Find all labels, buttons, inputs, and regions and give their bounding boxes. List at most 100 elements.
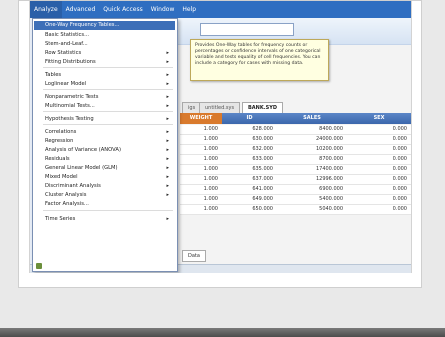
table-cell[interactable]: 0.000 bbox=[347, 185, 407, 194]
table-row[interactable]: 1.000 649.000 5400.000 0.000 bbox=[180, 195, 411, 205]
table-cell[interactable]: 0.000 bbox=[347, 175, 407, 184]
menu-item[interactable]: Hypothesis Testing ▸ bbox=[45, 115, 173, 124]
table-cell[interactable]: 12996.000 bbox=[277, 175, 343, 184]
table-cell[interactable]: 1.000 bbox=[180, 165, 218, 174]
table-cell[interactable]: 8400.000 bbox=[277, 125, 343, 134]
menubar: Analyze Advanced Quick Access Window Help bbox=[30, 1, 411, 18]
table-row[interactable]: 1.000 628.000 8400.000 0.000 bbox=[180, 125, 411, 135]
table-cell[interactable]: 5400.000 bbox=[277, 195, 343, 204]
menu-item[interactable]: Mixed Model ▸ bbox=[45, 173, 173, 182]
table-cell[interactable]: 0.000 bbox=[347, 135, 407, 144]
menu-item-label: Tables bbox=[45, 72, 62, 78]
menu-item[interactable]: Row Statistics ▸ bbox=[45, 49, 173, 58]
table-cell[interactable]: 17400.000 bbox=[277, 165, 343, 174]
table-row[interactable]: 1.000 637.000 12996.000 0.000 bbox=[180, 175, 411, 185]
table-cell[interactable]: 649.000 bbox=[222, 195, 273, 204]
table-cell[interactable]: 1.000 bbox=[180, 135, 218, 144]
table-cell[interactable]: 1.000 bbox=[180, 185, 218, 194]
menu-help[interactable]: Help bbox=[178, 1, 200, 18]
table-cell[interactable]: 0.000 bbox=[347, 165, 407, 174]
table-cell[interactable]: 628.000 bbox=[222, 125, 273, 134]
table-row[interactable]: 1.000 641.000 6900.000 0.000 bbox=[180, 185, 411, 195]
table-row[interactable]: 1.000 650.000 5040.000 0.000 bbox=[180, 205, 411, 215]
menu-item[interactable]: Regression ▸ bbox=[45, 137, 173, 146]
analyze-menu-dropdown: One-Way Frequency Tables... Basic Statist… bbox=[32, 18, 178, 272]
table-cell[interactable]: 633.000 bbox=[222, 155, 273, 164]
table-cell[interactable]: 1.000 bbox=[180, 195, 218, 204]
menu-item[interactable]: General Linear Model (GLM) ▸ bbox=[45, 164, 173, 173]
menu-item-label: Factor Analysis... bbox=[45, 201, 89, 207]
menu-item[interactable]: Fitting Distributions ▸ bbox=[45, 58, 173, 67]
menu-item-label: Regression bbox=[45, 138, 74, 144]
sheet-tab-data[interactable]: Data bbox=[182, 250, 206, 262]
menu-item[interactable]: Stem-and-Leaf... bbox=[45, 40, 173, 49]
table-cell[interactable]: 1.000 bbox=[180, 155, 218, 164]
table-cell[interactable]: 0.000 bbox=[347, 155, 407, 164]
menu-item[interactable]: Multinomial Tests... ▸ bbox=[45, 102, 173, 111]
menu-item[interactable]: Correlations ▸ bbox=[45, 128, 173, 137]
menu-item[interactable]: Analysis of Variance (ANOVA) ▸ bbox=[45, 146, 173, 155]
menu-item[interactable]: Loglinear Model ▸ bbox=[45, 80, 173, 89]
table-row[interactable]: 1.000 632.000 10200.000 0.000 bbox=[180, 145, 411, 155]
submenu-arrow-icon: ▸ bbox=[166, 116, 169, 122]
table-row[interactable]: 1.000 630.000 24000.000 0.000 bbox=[180, 135, 411, 145]
col-header-sales[interactable]: SALES bbox=[277, 113, 347, 124]
table-cell[interactable]: 5040.000 bbox=[277, 205, 343, 214]
menu-item-label: Time Series bbox=[45, 216, 76, 222]
table-cell[interactable]: 632.000 bbox=[222, 145, 273, 154]
menu-item-label: Analysis of Variance (ANOVA) bbox=[45, 147, 121, 153]
table-cell[interactable]: 1.000 bbox=[180, 205, 218, 214]
menu-item-label: Basic Statistics... bbox=[45, 32, 90, 38]
menu-item-label: General Linear Model (GLM) bbox=[45, 165, 118, 171]
table-cell[interactable]: 0.000 bbox=[347, 205, 407, 214]
col-header-sex[interactable]: SEX bbox=[347, 113, 411, 124]
table-cell[interactable]: 6900.000 bbox=[277, 185, 343, 194]
table-cell[interactable]: 8700.000 bbox=[277, 155, 343, 164]
menu-item[interactable]: Tables ▸ bbox=[45, 71, 173, 80]
table-cell[interactable]: 24000.000 bbox=[277, 135, 343, 144]
menu-item[interactable]: Discriminant Analysis ▸ bbox=[45, 182, 173, 191]
table-cell[interactable]: 637.000 bbox=[222, 175, 273, 184]
table-cell[interactable]: 0.000 bbox=[347, 195, 407, 204]
table-row[interactable]: 1.000 633.000 8700.000 0.000 bbox=[180, 155, 411, 165]
submenu-arrow-icon: ▸ bbox=[166, 147, 169, 153]
col-header-weight[interactable]: WEIGHT bbox=[180, 113, 222, 124]
menu-item-label: Stem-and-Leaf... bbox=[45, 41, 88, 47]
table-cell[interactable]: 630.000 bbox=[222, 135, 273, 144]
table-cell[interactable]: 641.000 bbox=[222, 185, 273, 194]
table-cell[interactable]: 0.000 bbox=[347, 145, 407, 154]
submenu-arrow-icon: ▸ bbox=[166, 103, 169, 109]
menu-item[interactable]: Basic Statistics... bbox=[45, 31, 173, 40]
menu-item[interactable]: Residuals ▸ bbox=[45, 155, 173, 164]
toolbar-combo[interactable] bbox=[200, 23, 294, 36]
submenu-arrow-icon: ▸ bbox=[166, 165, 169, 171]
table-cell[interactable]: 635.000 bbox=[222, 165, 273, 174]
menu-quick-access[interactable]: Quick Access bbox=[99, 1, 146, 18]
submenu-arrow-icon: ▸ bbox=[166, 81, 169, 87]
table-cell[interactable]: 650.000 bbox=[222, 205, 273, 214]
menu-item[interactable]: Cluster Analysis ▸ bbox=[45, 191, 173, 200]
menu-item-label: Discriminant Analysis bbox=[45, 183, 101, 189]
menu-item-label: Correlations bbox=[45, 129, 77, 135]
table-cell[interactable]: 1.000 bbox=[180, 175, 218, 184]
table-cell[interactable]: 1.000 bbox=[180, 125, 218, 134]
menu-item[interactable]: Time Series ▸ bbox=[45, 215, 173, 224]
menu-advanced[interactable]: Advanced bbox=[62, 1, 100, 18]
table-cell[interactable]: 0.000 bbox=[347, 125, 407, 134]
grid-header: WEIGHT ID SALES SEX bbox=[180, 113, 411, 124]
table-cell[interactable]: 1.000 bbox=[180, 145, 218, 154]
menu-window[interactable]: Window bbox=[147, 1, 179, 18]
table-cell[interactable]: 10200.000 bbox=[277, 145, 343, 154]
page-bottom-shadow bbox=[0, 328, 445, 337]
menu-analyze[interactable]: Analyze bbox=[30, 1, 62, 18]
submenu-arrow-icon: ▸ bbox=[166, 59, 169, 65]
menu-item[interactable]: One-Way Frequency Tables... bbox=[34, 21, 175, 30]
col-header-id[interactable]: ID bbox=[222, 113, 277, 124]
submenu-arrow-icon: ▸ bbox=[166, 94, 169, 100]
menu-item[interactable]: Factor Analysis... bbox=[45, 200, 173, 209]
table-row[interactable]: 1.000 635.000 17400.000 0.000 bbox=[180, 165, 411, 175]
menu-item-label: Residuals bbox=[45, 156, 70, 162]
submenu-arrow-icon: ▸ bbox=[166, 72, 169, 78]
menu-item[interactable]: Nonparametric Tests ▸ bbox=[45, 93, 173, 102]
menu-separator bbox=[43, 67, 173, 68]
